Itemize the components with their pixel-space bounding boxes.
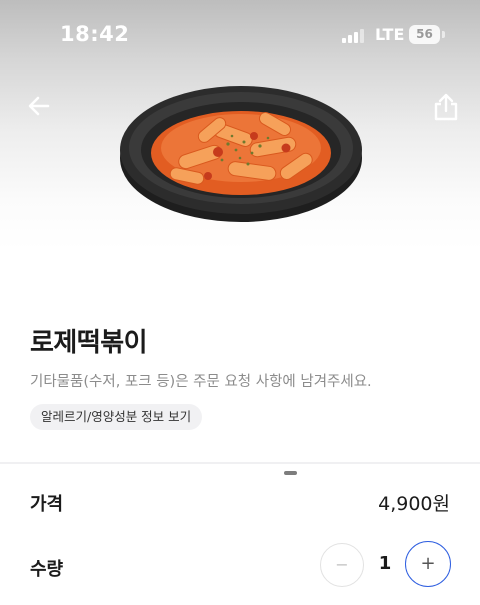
share-button[interactable] bbox=[432, 92, 460, 122]
product-info: 로제떡볶이 기타물품(수저, 포크 등)은 주문 요청 사항에 남겨주세요. 알… bbox=[30, 325, 460, 430]
tteokbokki-dish-image bbox=[120, 86, 362, 222]
battery-icon: 56 bbox=[409, 25, 440, 44]
status-time: 18:42 bbox=[60, 22, 130, 46]
quantity-label: 수량 bbox=[30, 559, 64, 580]
back-button[interactable] bbox=[26, 92, 54, 120]
price-label: 가격 bbox=[30, 494, 64, 515]
price-value: 4,900원 bbox=[378, 493, 450, 515]
status-bar: 18:42 LTE 56 bbox=[0, 0, 480, 70]
quantity-increase-button[interactable]: + bbox=[405, 541, 451, 587]
battery-cap bbox=[442, 31, 445, 38]
product-description: 기타물품(수저, 포크 등)은 주문 요청 사항에 남겨주세요. bbox=[30, 374, 372, 390]
cellular-signal-icon bbox=[342, 29, 366, 43]
allergy-nutrition-button[interactable]: 알레르기/영양성분 정보 보기 bbox=[30, 404, 203, 430]
sheet-handle[interactable] bbox=[284, 471, 297, 475]
product-title: 로제떡볶이 bbox=[30, 328, 148, 358]
arrow-left-icon bbox=[28, 96, 50, 116]
quantity-value: 1 bbox=[378, 553, 392, 574]
share-icon bbox=[434, 93, 458, 121]
quantity-decrease-button[interactable]: − bbox=[320, 543, 364, 587]
section-divider bbox=[0, 462, 480, 464]
network-type: LTE bbox=[375, 25, 405, 44]
product-hero: 18:42 LTE 56 bbox=[0, 0, 480, 300]
